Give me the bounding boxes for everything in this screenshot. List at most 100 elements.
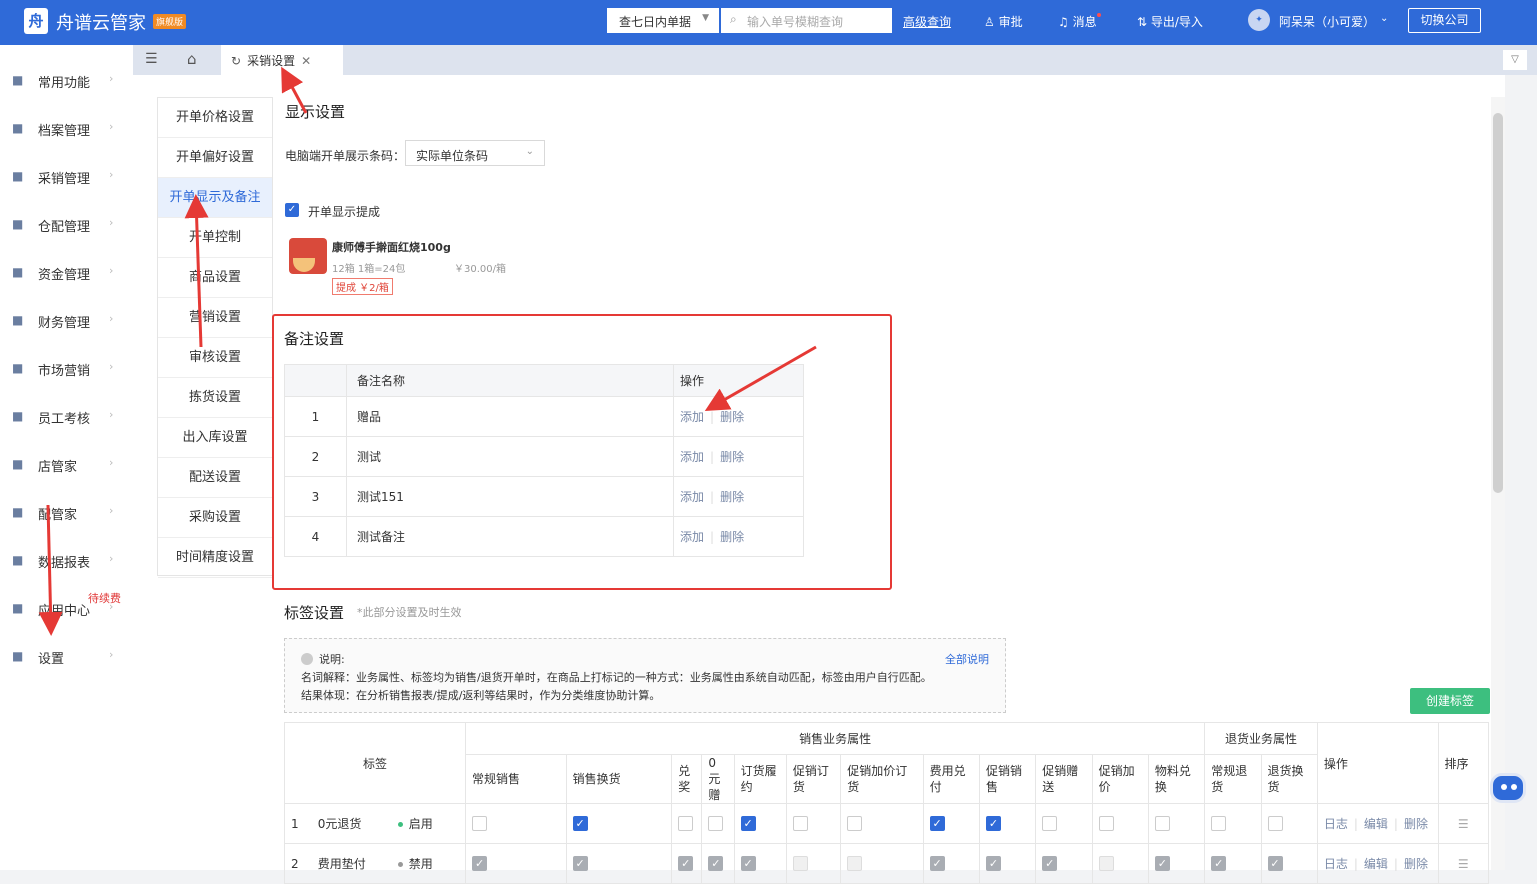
sidebar-item-1[interactable]: ■ 档案管理 ›	[0, 103, 133, 151]
attr-checkbox[interactable]	[1211, 816, 1227, 831]
create-tag-button[interactable]: 创建标签	[1410, 688, 1490, 714]
attr-checkbox[interactable]: ✓	[1042, 856, 1058, 871]
remark-index: 1	[284, 396, 347, 437]
attr-checkbox[interactable]: ✓	[1211, 856, 1227, 871]
subnav-item-2[interactable]: 开单显示及备注	[158, 178, 272, 218]
attr-checkbox[interactable]	[792, 856, 808, 871]
remark-name: 测试	[346, 436, 674, 477]
attr-checkbox[interactable]: ✓	[1154, 856, 1170, 871]
refresh-icon[interactable]: ↻	[231, 54, 241, 68]
sidebar-item-5[interactable]: ■ 财务管理 ›	[0, 295, 133, 343]
approve-button[interactable]: ♙ 审批	[984, 13, 1023, 30]
sidebar-item-6[interactable]: ■ 市场营销 ›	[0, 343, 133, 391]
status-badge: 禁用	[408, 857, 433, 871]
sidebar-item-8[interactable]: ■ 店管家 ›	[0, 439, 133, 487]
attr-checkbox[interactable]: ✓	[929, 816, 945, 831]
subnav-item-6[interactable]: 审核设置	[158, 338, 272, 378]
log-link[interactable]: 日志	[1324, 857, 1348, 871]
attr-checkbox[interactable]	[1098, 816, 1114, 831]
sidebar-item-2[interactable]: ■ 采销管理 ›	[0, 151, 133, 199]
advanced-query-link[interactable]: 高级查询	[903, 13, 951, 30]
add-remark-link[interactable]: 添加	[680, 410, 704, 424]
attr-checkbox[interactable]: ✓	[929, 856, 945, 871]
attr-checkbox[interactable]	[847, 856, 863, 871]
attr-checkbox[interactable]: ✓	[985, 816, 1001, 831]
subnav-item-5[interactable]: 营销设置	[158, 298, 272, 338]
chevron-down-icon: ▼	[702, 13, 709, 23]
attr-checkbox[interactable]: ✓	[740, 856, 756, 871]
attr-checkbox[interactable]	[847, 816, 863, 831]
messages-button[interactable]: ♫ 消息	[1058, 13, 1101, 30]
add-remark-link[interactable]: 添加	[680, 530, 704, 544]
delete-link[interactable]: 删除	[1404, 857, 1428, 871]
subnav-item-4[interactable]: 商品设置	[158, 258, 272, 298]
sidebar-item-label: 设置	[38, 652, 65, 667]
info-line-1: 名词解释：业务属性、标签均为销售/退货开单时，在商品上打标记的一种方式：业务属性…	[301, 671, 932, 684]
add-remark-link[interactable]: 添加	[680, 450, 704, 464]
export-import-button[interactable]: ⇅ 导出/导入	[1137, 13, 1203, 30]
sidebar-item-10[interactable]: ■ 数据报表 ›	[0, 535, 133, 583]
attr-checkbox[interactable]: ✓	[740, 816, 756, 831]
attr-checkbox[interactable]: ✓	[708, 856, 724, 871]
delete-remark-link[interactable]: 删除	[720, 530, 744, 544]
delete-remark-link[interactable]: 删除	[720, 410, 744, 424]
attr-checkbox[interactable]	[1042, 816, 1058, 831]
sidebar-item-4[interactable]: ■ 资金管理 ›	[0, 247, 133, 295]
sidebar-item-3[interactable]: ■ 仓配管理 ›	[0, 199, 133, 247]
attr-checkbox[interactable]	[1098, 856, 1114, 871]
close-icon[interactable]: ✕	[301, 54, 311, 68]
subnav-item-7[interactable]: 拣货设置	[158, 378, 272, 418]
attr-checkbox[interactable]: ✓	[572, 816, 588, 831]
table-row: 4 测试备注 添加 | 删除	[284, 516, 804, 557]
all-explanation-link[interactable]: 全部说明	[945, 651, 989, 667]
attr-checkbox[interactable]	[792, 816, 808, 831]
edit-link[interactable]: 编辑	[1364, 857, 1388, 871]
assistant-robot-icon[interactable]	[1490, 773, 1526, 803]
delete-remark-link[interactable]: 删除	[720, 450, 744, 464]
chevron-down-icon[interactable]: ⌄	[1380, 13, 1388, 24]
drag-handle-icon[interactable]: ☰	[1458, 817, 1469, 831]
attr-checkbox[interactable]: ✓	[472, 856, 488, 871]
sidebar-item-0[interactable]: ■ 常用功能 ›	[0, 55, 133, 103]
subnav-item-9[interactable]: 配送设置	[158, 458, 272, 498]
attr-checkbox[interactable]	[472, 816, 488, 831]
scrollbar-thumb[interactable]	[1493, 113, 1503, 493]
barcode-select[interactable]: 实际单位条码 ⌄	[405, 140, 545, 166]
remarks-table: 备注名称 操作 1 赠品 添加 | 删除 2 测试 添加 | 删除 3 测试151 添加 | 删除 4 测试备注…	[284, 364, 804, 557]
sidebar-item-7[interactable]: ■ 员工考核 ›	[0, 391, 133, 439]
archive-icon: ■	[12, 121, 24, 135]
date-range-select[interactable]: 查七日内单据 ▼	[607, 8, 719, 33]
add-remark-link[interactable]: 添加	[680, 490, 704, 504]
attr-checkbox[interactable]: ✓	[1267, 856, 1283, 871]
drag-handle-icon[interactable]: ☰	[1458, 857, 1469, 871]
attr-checkbox[interactable]	[1154, 816, 1170, 831]
chevron-down-icon[interactable]: ▽	[1503, 50, 1527, 70]
attr-checkbox[interactable]: ✓	[678, 856, 694, 871]
subnav-item-8[interactable]: 出入库设置	[158, 418, 272, 458]
subnav-item-10[interactable]: 采购设置	[158, 498, 272, 538]
sidebar-item-9[interactable]: ■ 配管家 ›	[0, 487, 133, 535]
attr-checkbox[interactable]	[708, 816, 724, 831]
delete-link[interactable]: 删除	[1404, 817, 1428, 831]
tab-sales-settings[interactable]: ↻ 采销设置 ✕	[221, 45, 343, 75]
attr-checkbox[interactable]	[678, 816, 694, 831]
subnav-item-11[interactable]: 时间精度设置	[158, 538, 272, 578]
delete-remark-link[interactable]: 删除	[720, 490, 744, 504]
collapse-menu-icon[interactable]: ☰	[145, 51, 158, 67]
search-input[interactable]: ⌕ 输入单号模糊查询	[721, 8, 892, 33]
edit-link[interactable]: 编辑	[1364, 817, 1388, 831]
chevron-right-icon: ›	[109, 504, 114, 517]
attr-checkbox[interactable]	[1267, 816, 1283, 831]
subnav-item-3[interactable]: 开单控制	[158, 218, 272, 258]
user-name[interactable]: 阿呆呆（小可爱）	[1279, 13, 1375, 30]
show-commission-checkbox[interactable]: ✓	[285, 203, 299, 217]
avatar[interactable]: ✦	[1248, 9, 1270, 31]
log-link[interactable]: 日志	[1324, 817, 1348, 831]
home-icon[interactable]: ⌂	[187, 50, 197, 68]
attr-checkbox[interactable]: ✓	[985, 856, 1001, 871]
subnav-item-1[interactable]: 开单偏好设置	[158, 138, 272, 178]
switch-company-button[interactable]: 切换公司	[1408, 8, 1481, 33]
attr-checkbox[interactable]: ✓	[572, 856, 588, 871]
sidebar-item-12[interactable]: ■ 设置 ›	[0, 631, 133, 679]
subnav-item-0[interactable]: 开单价格设置	[158, 98, 272, 138]
